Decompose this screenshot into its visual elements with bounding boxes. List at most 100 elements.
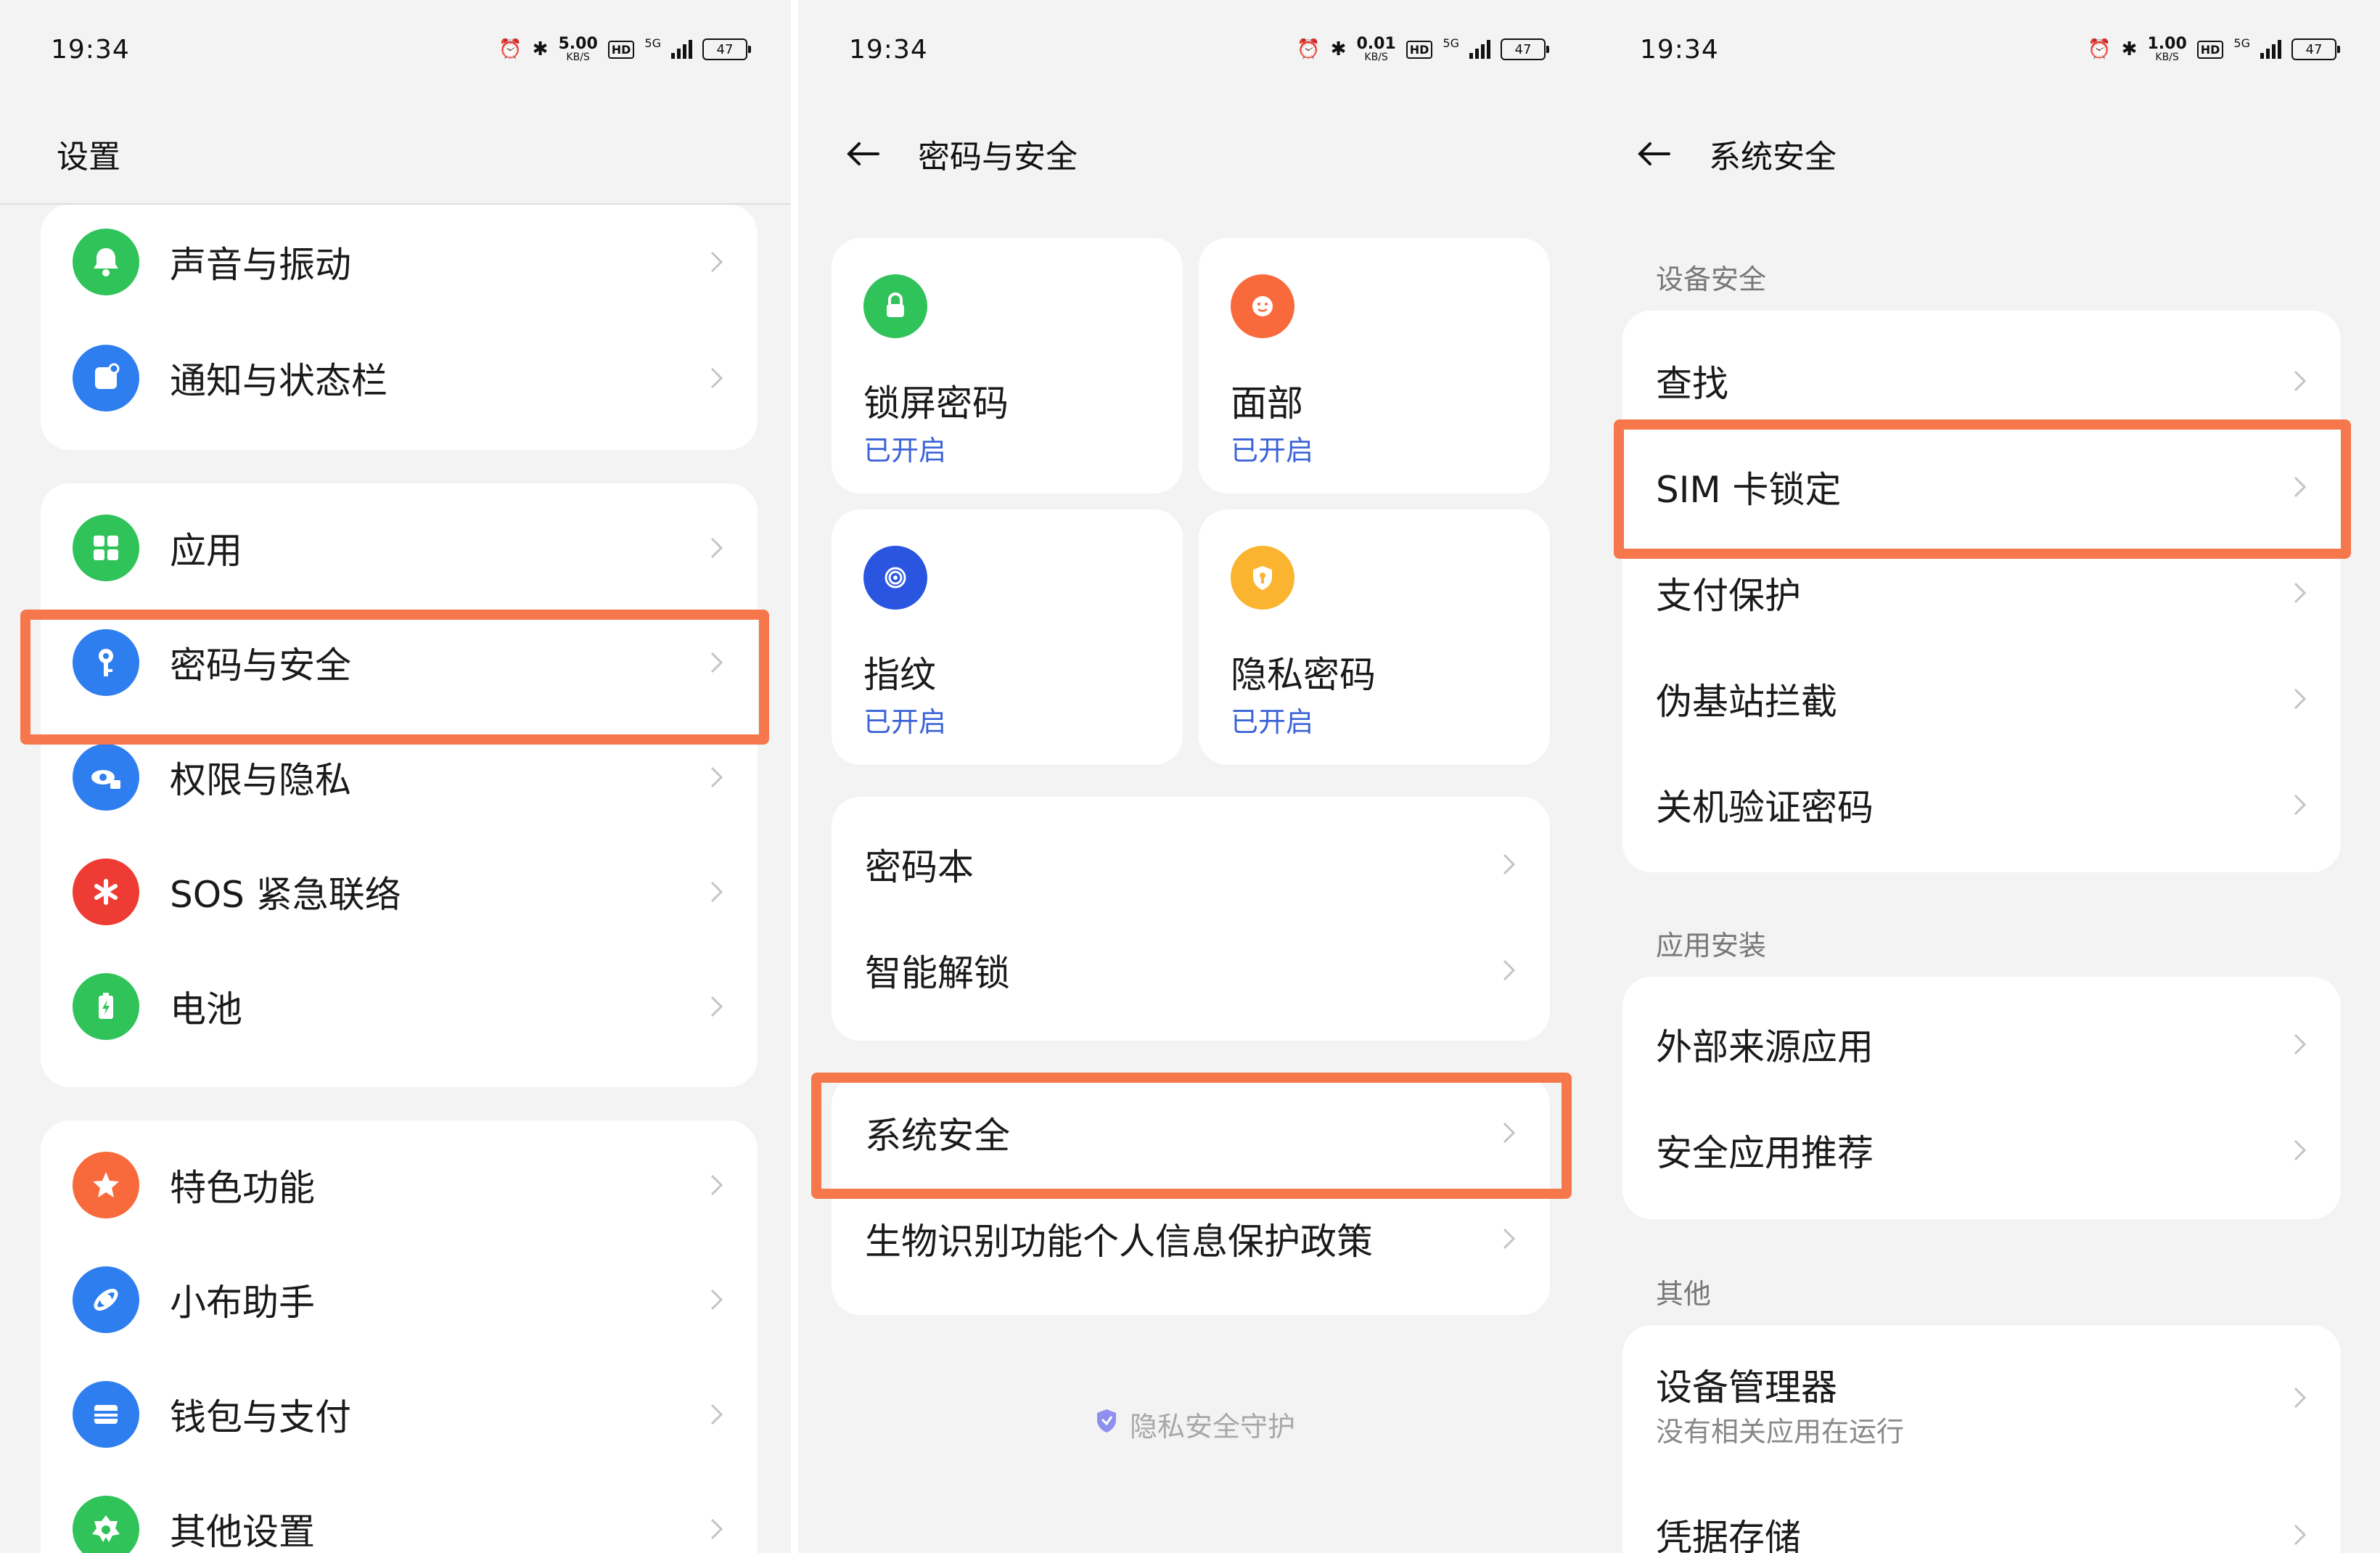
settings-item-notifications[interactable]: 通知与状态栏: [41, 321, 758, 435]
back-arrow-icon[interactable]: [1633, 132, 1676, 176]
status-time: 19:34: [1640, 35, 1719, 65]
list-item-label: 凭据存储: [1656, 1517, 1801, 1553]
status-time: 19:34: [51, 35, 130, 65]
alarm-icon: ⏰: [1297, 38, 1321, 60]
chevron-right-icon: [704, 1517, 729, 1541]
hd-badge: HD: [2196, 40, 2224, 59]
password-security-panel: 19:34 ⏰ ✱ 0.01 KB/S HD 5G 47 密码与安全 锁屏密码 已…: [798, 0, 1589, 1553]
settings-item-assistant[interactable]: 小布助手: [41, 1242, 758, 1357]
chevron-right-icon: [2287, 369, 2312, 393]
list-item-label: 关机验证密码: [1656, 787, 1874, 829]
settings-item-wallet[interactable]: 钱包与支付: [41, 1357, 758, 1472]
tile-face[interactable]: 面部 已开启: [1199, 238, 1550, 493]
list-item-credential-storage[interactable]: 凭据存储: [1622, 1478, 2341, 1553]
gear-icon: [73, 1496, 139, 1553]
highlight-box: [1614, 419, 2351, 559]
signal-5g-label: 5G: [1443, 36, 1459, 50]
list-item-fake-station-block[interactable]: 伪基站拦截: [1622, 642, 2341, 756]
list-item-label: 伪基站拦截: [1656, 681, 1837, 723]
highlight-box: [20, 610, 769, 745]
chevron-right-icon: [704, 1402, 729, 1427]
tile-status: 已开启: [1231, 435, 1314, 467]
privacy-footer: 隐私安全守护: [798, 1404, 1589, 1444]
device-security-group: 查找 SIM 卡锁定 支付保护 伪基站拦截 关机验证密码: [1622, 311, 2341, 872]
settings-item-label: 特色功能: [170, 1167, 315, 1209]
settings-item-label: 钱包与支付: [170, 1396, 351, 1438]
list-item-secure-app-recommend[interactable]: 安全应用推荐: [1622, 1093, 2341, 1208]
apps-grid-icon: [73, 515, 139, 581]
tile-lock-screen-password[interactable]: 锁屏密码 已开启: [832, 238, 1183, 493]
chevron-right-icon: [2287, 1385, 2312, 1410]
fingerprint-icon: [863, 546, 927, 610]
status-time: 19:34: [849, 35, 928, 65]
privacy-footer-text: 隐私安全守护: [1129, 1411, 1295, 1443]
signal-5g-label: 5G: [644, 36, 661, 50]
settings-item-other[interactable]: 其他设置: [41, 1472, 758, 1553]
settings-item-label: SOS 紧急联络: [170, 874, 401, 916]
settings-item-apps[interactable]: 应用: [41, 491, 758, 605]
network-speed: 5.00 KB/S: [558, 35, 598, 63]
list-item-device-manager[interactable]: 设备管理器 没有相关应用在运行: [1622, 1332, 2341, 1463]
list-item-smart-unlock[interactable]: 智能解锁: [832, 913, 1550, 1028]
tile-privacy-password[interactable]: 隐私密码 已开启: [1199, 509, 1550, 765]
settings-item-label: 声音与振动: [170, 244, 351, 286]
network-speed: 1.00 KB/S: [2147, 35, 2187, 63]
header: 设置: [0, 102, 791, 205]
settings-item-features[interactable]: 特色功能: [41, 1128, 758, 1242]
assistant-icon: [73, 1266, 139, 1333]
list-item-password-book[interactable]: 密码本: [832, 807, 1550, 922]
section-label-app-install: 应用安装: [1656, 930, 1767, 962]
settings-item-label: 通知与状态栏: [170, 360, 387, 402]
chevron-right-icon: [704, 250, 729, 274]
battery-indicator: 47: [2291, 38, 2340, 60]
list-item-label: 外部来源应用: [1656, 1026, 1874, 1068]
list-item-label: 智能解锁: [865, 952, 1010, 994]
settings-group-1: 声音与振动 通知与状态栏: [41, 205, 758, 450]
status-bar: 19:34 ⏰ ✱ 0.01 KB/S HD 5G 47: [798, 0, 1589, 102]
chevron-right-icon: [704, 880, 729, 904]
settings-item-sound[interactable]: 声音与振动: [41, 205, 758, 319]
chevron-right-icon: [2287, 1523, 2312, 1547]
battery-indicator: 47: [702, 38, 751, 60]
tile-title: 指纹: [863, 654, 936, 696]
chevron-right-icon: [704, 994, 729, 1019]
chevron-right-icon: [2287, 1138, 2312, 1163]
system-security-panel: 19:34 ⏰ ✱ 1.00 KB/S HD 5G 47 系统安全 设备安全 查找…: [1589, 0, 2380, 1553]
bluetooth-icon: ✱: [2121, 38, 2138, 60]
page-title: 密码与安全: [918, 139, 1078, 176]
password-group-1: 密码本 智能解锁: [832, 797, 1550, 1041]
settings-item-label: 其他设置: [170, 1511, 315, 1553]
list-item-shutdown-password[interactable]: 关机验证密码: [1622, 747, 2341, 862]
battery-indicator: 47: [1501, 38, 1549, 60]
status-icons: ⏰ ✱ 1.00 KB/S HD 5G 47: [2088, 35, 2340, 63]
lock-icon: [863, 274, 927, 338]
settings-panel: 19:34 ⏰ ✱ 5.00 KB/S HD 5G 47 设置 声音与振动 通知与…: [0, 0, 791, 1553]
other-group: 设备管理器 没有相关应用在运行 凭据存储: [1622, 1325, 2341, 1553]
settings-group-3: 特色功能 小布助手 钱包与支付 其他设置: [41, 1120, 758, 1553]
chevron-right-icon: [704, 1173, 729, 1197]
hd-badge: HD: [607, 40, 635, 59]
list-item-subtitle: 没有相关应用在运行: [1656, 1416, 1905, 1448]
header: 系统安全: [1589, 102, 2380, 203]
battery-icon: [73, 973, 139, 1040]
shield-key-icon: [1231, 546, 1294, 610]
star-icon: [73, 1152, 139, 1218]
signal-5g-label: 5G: [2233, 36, 2250, 50]
section-label-other: 其他: [1656, 1278, 1712, 1310]
chevron-right-icon: [704, 536, 729, 560]
hd-badge: HD: [1406, 40, 1433, 59]
settings-item-sos[interactable]: SOS 紧急联络: [41, 835, 758, 949]
signal-icon: [671, 40, 692, 59]
back-arrow-icon[interactable]: [842, 132, 885, 176]
settings-item-battery[interactable]: 电池: [41, 949, 758, 1064]
settings-group-2: 应用 密码与安全 权限与隐私 SOS 紧急联络 电池: [41, 483, 758, 1087]
tile-status: 已开启: [863, 435, 947, 467]
list-item-external-source[interactable]: 外部来源应用: [1622, 987, 2341, 1102]
tile-fingerprint[interactable]: 指纹 已开启: [832, 509, 1183, 765]
bluetooth-icon: ✱: [1330, 38, 1347, 60]
face-icon: [1231, 274, 1294, 338]
wallet-icon: [73, 1381, 139, 1448]
status-bar: 19:34 ⏰ ✱ 5.00 KB/S HD 5G 47: [0, 0, 791, 102]
app-install-group: 外部来源应用 安全应用推荐: [1622, 977, 2341, 1219]
list-item-label: 查找: [1656, 363, 1728, 405]
